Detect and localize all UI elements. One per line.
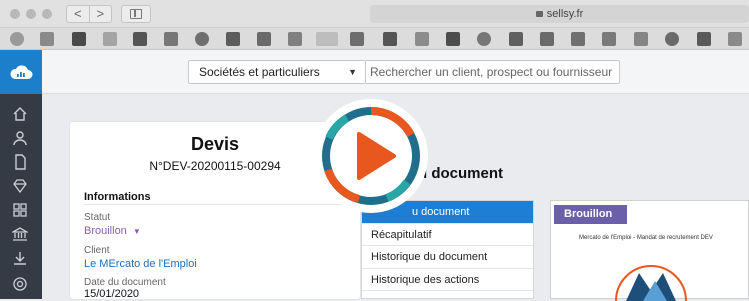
bookmark-icon[interactable] — [103, 32, 117, 46]
bookmark-icon[interactable] — [602, 32, 616, 46]
document-icon[interactable] — [11, 154, 29, 170]
bookmark-icon[interactable] — [350, 32, 364, 46]
forward-button[interactable]: > — [90, 6, 112, 22]
document-menu: u document Récapitulatif Historique du d… — [361, 200, 534, 299]
chevron-down-icon: ▼ — [348, 67, 357, 77]
target-icon[interactable] — [11, 276, 29, 292]
bookmark-icon[interactable] — [665, 32, 679, 46]
bookmark-icon[interactable] — [133, 32, 147, 46]
menu-item-summary[interactable]: Récapitulatif — [362, 224, 533, 246]
bookmark-icon[interactable] — [72, 32, 86, 46]
bookmark-icon[interactable] — [477, 32, 491, 46]
client-link[interactable]: Le MErcato de l'Emploi — [84, 258, 197, 270]
date-value: 15/01/2020 — [84, 288, 140, 300]
search-input[interactable]: Rechercher un client, prospect ou fourni… — [366, 60, 620, 84]
window-close-icon[interactable] — [10, 9, 20, 19]
status-badge: Brouillon — [554, 205, 627, 224]
sidebar-icon — [130, 9, 142, 19]
bookmark-icon[interactable] — [195, 32, 209, 46]
diamond-icon[interactable] — [11, 178, 29, 194]
bookmark-icon[interactable] — [540, 32, 554, 46]
browser-toolbar: < > sellsy.fr — [0, 0, 749, 28]
bank-icon[interactable] — [10, 226, 30, 242]
bookmark-icon[interactable] — [571, 32, 585, 46]
url-text: sellsy.fr — [546, 8, 584, 20]
status-dropdown[interactable]: Brouillon ▼ — [84, 225, 141, 237]
bookmark-icon[interactable] — [509, 32, 523, 46]
grid-icon[interactable] — [11, 202, 29, 218]
client-label: Client — [84, 245, 110, 256]
bookmark-icon[interactable] — [40, 32, 54, 46]
contact-type-label: Sociétés et particuliers — [199, 65, 320, 79]
play-icon[interactable] — [307, 98, 435, 214]
preview-title: Mercato de l'Emploi - Mandat de recrutem… — [579, 235, 713, 241]
status-label: Statut — [84, 212, 111, 223]
bookmark-icon[interactable] — [10, 32, 24, 46]
back-button[interactable]: < — [67, 6, 90, 22]
address-bar[interactable]: sellsy.fr — [370, 5, 749, 23]
bookmark-icon[interactable] — [415, 32, 429, 46]
download-icon[interactable] — [11, 250, 29, 266]
app-topbar: Sociétés et particuliers ▼ Rechercher un… — [42, 50, 749, 94]
menu-item-document-history[interactable]: Historique du document — [362, 246, 533, 269]
bookmarks-bar — [0, 28, 749, 50]
user-icon[interactable] — [11, 130, 29, 146]
bookmark-icon[interactable] — [634, 32, 648, 46]
bookmark-icon[interactable] — [257, 32, 271, 46]
window-minimize-icon[interactable] — [26, 9, 36, 19]
history-nav: < > — [66, 5, 112, 23]
info-heading: Informations — [84, 191, 151, 203]
home-icon[interactable] — [11, 106, 29, 122]
bookmark-icon[interactable] — [728, 32, 742, 46]
document-preview[interactable]: Brouillon Mercato de l'Emploi - Mandat d… — [550, 200, 749, 301]
bookmark-icon[interactable] — [697, 32, 711, 46]
bookmark-icon[interactable] — [383, 32, 397, 46]
bookmark-icon[interactable] — [226, 32, 240, 46]
company-logo-icon — [615, 265, 687, 301]
bookmark-icon[interactable] — [288, 32, 302, 46]
cloud-logo-icon[interactable] — [0, 50, 42, 94]
date-label: Date du document — [84, 277, 166, 288]
app-sidebar — [0, 50, 42, 299]
bookmark-icon[interactable] — [164, 32, 178, 46]
status-value: Brouillon — [84, 225, 127, 237]
bookmark-icon[interactable] — [316, 32, 338, 46]
contact-type-select[interactable]: Sociétés et particuliers ▼ — [188, 60, 366, 84]
window-zoom-icon[interactable] — [42, 9, 52, 19]
cloud-logo-svg — [10, 65, 33, 79]
menu-item-action-history[interactable]: Historique des actions — [362, 269, 533, 291]
caret-down-icon: ▼ — [132, 227, 141, 236]
bookmark-icon[interactable] — [446, 32, 460, 46]
lock-icon — [535, 11, 543, 17]
sidebar-toggle-button[interactable] — [121, 5, 151, 23]
